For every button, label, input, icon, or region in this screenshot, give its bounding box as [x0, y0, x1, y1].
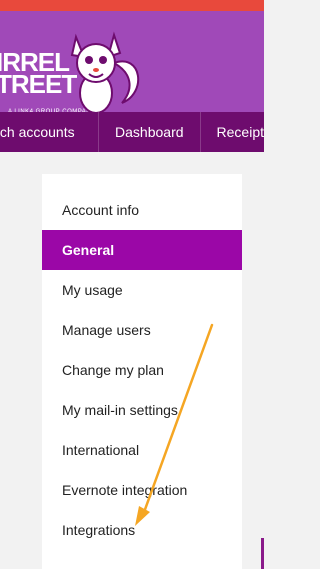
annotation-arrow-icon	[135, 323, 214, 526]
